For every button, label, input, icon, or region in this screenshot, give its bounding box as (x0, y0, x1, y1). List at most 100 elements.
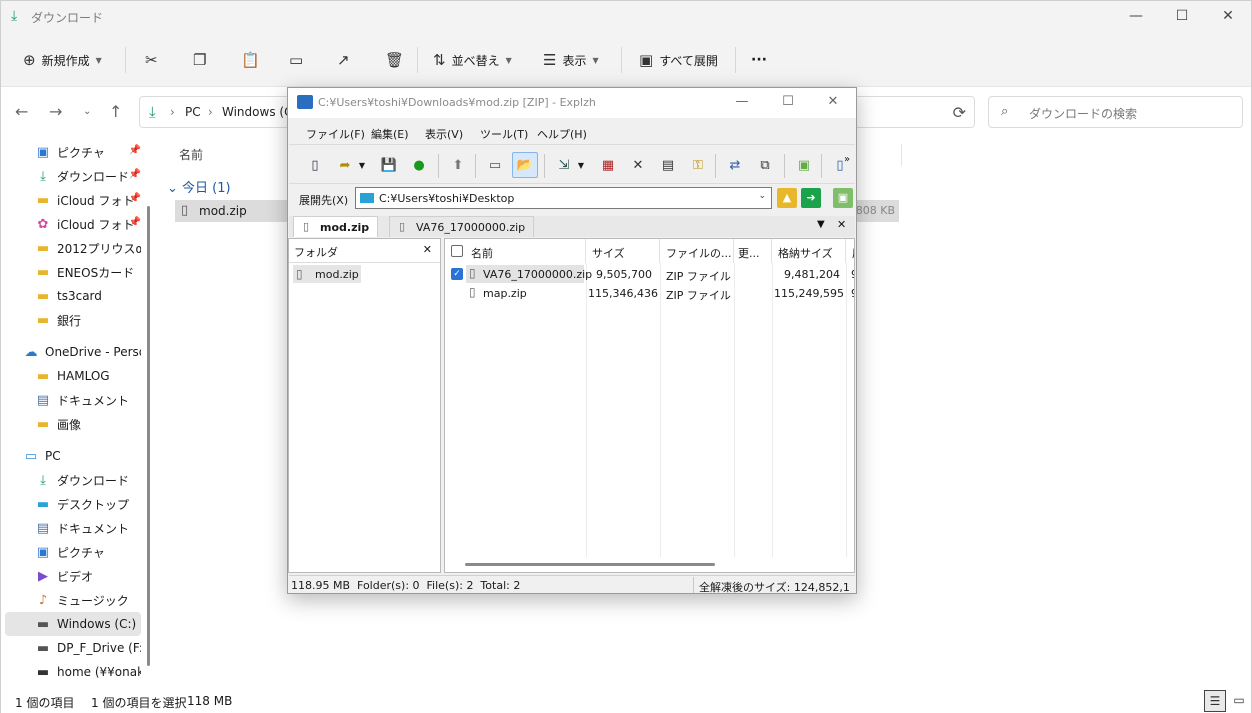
share-button[interactable]: ↗ (331, 46, 356, 74)
pin-icon[interactable]: 📌 (129, 193, 141, 204)
sfx-icon[interactable]: ▣ (791, 152, 817, 178)
sidebar-item[interactable]: ⤓ ダウンロード 📌 (5, 164, 141, 188)
more-button[interactable]: ··· (745, 46, 773, 74)
go-arrow-icon[interactable]: ➜ (801, 188, 821, 208)
row-checkbox[interactable]: ✓ (451, 268, 463, 280)
sidebar-item[interactable]: ▤ ドキュメント (5, 516, 141, 540)
sort-button[interactable]: ⇅ 並べ替え ▼ (427, 46, 518, 74)
sidebar-item[interactable]: ▣ ピクチャ 📌 (5, 140, 141, 164)
up-folder-icon[interactable]: ⬆ (445, 152, 471, 178)
new-button[interactable]: ⊕ 新規作成 ▼ (17, 46, 108, 74)
recent-chevron-icon[interactable]: ⌄ (83, 106, 91, 117)
menu-tools[interactable]: ツール(T) (480, 126, 528, 142)
open-dropdown-icon[interactable]: ▼ (356, 152, 368, 178)
details-view-icon[interactable]: ☰ (1204, 690, 1226, 712)
open-destination-icon[interactable]: ▣ (833, 188, 853, 208)
preview-icon[interactable]: ▭ (482, 152, 508, 178)
extract-all-button[interactable]: ▣ すべて展開 (633, 46, 724, 74)
close-button[interactable]: ✕ (810, 88, 856, 118)
pin-icon[interactable]: 📌 (129, 217, 141, 228)
close-icon[interactable]: ✕ (423, 243, 432, 256)
convert-icon[interactable]: ⇄ (722, 152, 748, 178)
sidebar-item[interactable]: ⤓ ダウンロード (5, 468, 141, 492)
pin-icon[interactable]: 📌 (129, 169, 141, 180)
sidebar-item[interactable]: ▣ ピクチャ (5, 540, 141, 564)
sidebar-item[interactable]: ✿ iCloud フォト 📌 (5, 212, 141, 236)
tab-mod-zip[interactable]: ▯ mod.zip (293, 216, 379, 237)
split-icon[interactable]: ⧉ (752, 152, 778, 178)
column-header-name[interactable]: 名前 (179, 146, 203, 163)
column-header-packed-size[interactable]: 格納サイズ (772, 239, 846, 263)
sidebar-scrollbar[interactable] (147, 206, 150, 666)
column-header-modified[interactable]: 更... (734, 239, 772, 263)
minimize-button[interactable]: — (1113, 1, 1159, 33)
sidebar-item[interactable]: ▬ ENEOSカード (5, 260, 141, 284)
open-icon[interactable]: ➦ (332, 152, 358, 178)
menu-edit[interactable]: 編集(E) (371, 126, 409, 142)
maximize-button[interactable]: ☐ (1159, 1, 1205, 33)
copy-button[interactable]: ❐ (187, 46, 212, 74)
sidebar-item[interactable]: ▬ 画像 (5, 412, 141, 436)
menu-help[interactable]: ヘルプ(H) (537, 126, 587, 142)
extract-icon[interactable]: ⇲ (551, 152, 577, 178)
sidebar-item[interactable]: ▬ HAMLOG (5, 364, 141, 388)
extract-dropdown-icon[interactable]: ▼ (575, 152, 587, 178)
sidebar-item[interactable]: ▬ ts3card (5, 284, 141, 308)
horizontal-scrollbar[interactable] (465, 563, 715, 566)
search-input[interactable]: ⌕ ダウンロードの検索 (988, 96, 1243, 128)
select-all-checkbox[interactable] (451, 245, 463, 257)
folder-open-icon[interactable]: 📂 (512, 152, 538, 178)
sidebar-item[interactable]: ▬ 2012プリウスα購入 (5, 236, 141, 260)
tab-list-dropdown-icon[interactable]: ▼ (817, 219, 825, 230)
delete-button[interactable]: 🗑 (379, 46, 410, 74)
sidebar-item[interactable]: ♪ ミュージック (5, 588, 141, 612)
column-header-name[interactable]: 名前 (445, 239, 586, 263)
sidebar-item[interactable]: ▬ iCloud フォト 📌 (5, 188, 141, 212)
test-icon[interactable]: ● (406, 152, 432, 178)
menu-view[interactable]: 表示(V) (425, 126, 463, 142)
sidebar-item[interactable]: ▶ ビデオ (5, 564, 141, 588)
close-button[interactable]: ✕ (1205, 1, 1251, 33)
add-file-icon[interactable]: ▦ (595, 152, 621, 178)
back-arrow-icon[interactable]: ← (15, 102, 28, 121)
tiles-view-icon[interactable]: ▭ (1228, 690, 1250, 712)
sidebar-item[interactable]: ▬ Windows (C:) (5, 612, 141, 636)
column-header-type[interactable]: ファイルの... (660, 239, 734, 263)
sidebar-item[interactable]: ▬ home (¥¥onaka_ (5, 660, 141, 684)
tab-close-icon[interactable]: ✕ (837, 218, 846, 231)
menu-file[interactable]: ファイル(F) (306, 126, 365, 142)
archive-tabs: ▯ mod.zip ▯ VA76_17000000.zip ▼ ✕ (289, 216, 855, 237)
pin-icon[interactable]: 📌 (129, 145, 141, 156)
tab-va76-zip[interactable]: ▯ VA76_17000000.zip (389, 216, 535, 237)
destination-combo[interactable]: C:¥Users¥toshi¥Desktop ⌄ (355, 187, 772, 209)
new-archive-icon[interactable]: ▯ (302, 152, 328, 178)
browse-folder-icon[interactable]: ▲ (777, 188, 797, 208)
group-header-today[interactable]: ⌄ 今日 (1) (167, 177, 231, 196)
sidebar-item[interactable]: ▬ デスクトップ (5, 492, 141, 516)
toolbar-overflow-icon[interactable]: » (841, 146, 853, 172)
key-icon[interactable]: ⚿ (685, 152, 711, 178)
column-header-ratio[interactable]: 圧 (846, 239, 854, 263)
breadcrumb-drive[interactable]: Windows (C: (222, 105, 296, 119)
forward-arrow-icon[interactable]: → (49, 102, 62, 121)
delete-icon[interactable]: ✕ (625, 152, 651, 178)
cut-button[interactable]: ✂ (139, 46, 164, 74)
sidebar-item[interactable]: ▤ ドキュメント (5, 388, 141, 412)
sidebar-item[interactable]: ☁ OneDrive - Personal (5, 340, 142, 364)
sidebar-item-label: PC (45, 449, 61, 463)
tree-item-mod-zip[interactable]: ▯ mod.zip (293, 265, 361, 283)
paste-button[interactable]: 📋 (235, 46, 266, 74)
up-arrow-icon[interactable]: ↑ (109, 102, 122, 121)
sidebar-item[interactable]: ▬ DP_F_Drive (F:) (5, 636, 141, 660)
sidebar-item[interactable]: ▭ PC (5, 444, 141, 468)
breadcrumb-pc[interactable]: PC (185, 105, 201, 119)
sidebar-item[interactable]: ▬ 銀行 (5, 308, 141, 332)
maximize-button[interactable]: ☐ (765, 88, 811, 118)
view-button[interactable]: ☰ 表示 ▼ (537, 46, 605, 74)
column-header-size[interactable]: サイズ (586, 239, 660, 263)
minimize-button[interactable]: — (719, 88, 765, 118)
refresh-icon[interactable]: ⟳ (953, 103, 966, 122)
properties-icon[interactable]: ▤ (655, 152, 681, 178)
rename-button[interactable]: ▭ (283, 46, 309, 74)
save-icon[interactable]: 💾 (376, 152, 402, 178)
